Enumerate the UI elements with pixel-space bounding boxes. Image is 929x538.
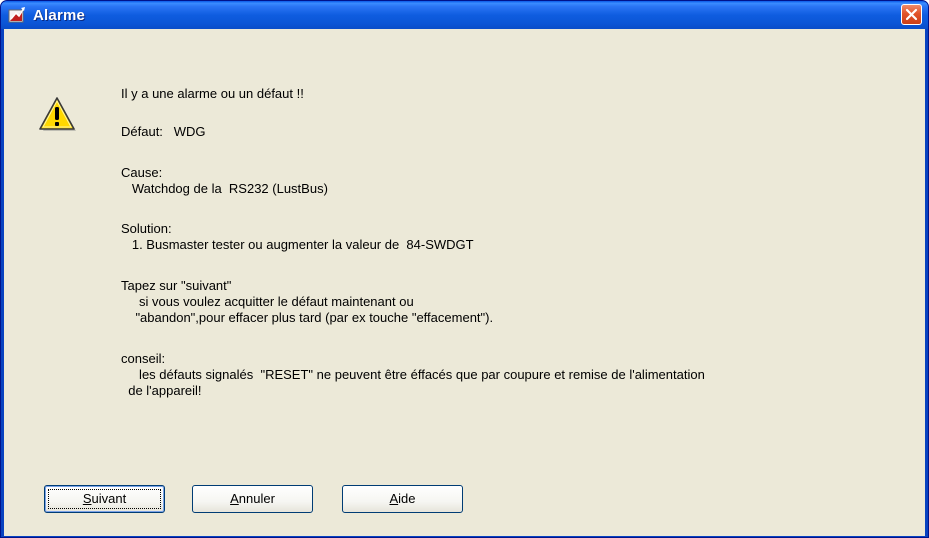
close-icon xyxy=(905,8,918,21)
help-button-label: Aide xyxy=(389,491,416,506)
message-line: conseil: xyxy=(121,351,166,366)
warning-icon xyxy=(38,97,78,135)
close-button[interactable] xyxy=(901,4,922,25)
message-line: Tapez sur "suivant" xyxy=(121,278,232,293)
message-line: 1. Busmaster tester ou augmenter la vale… xyxy=(121,237,474,252)
message-line: Il y a une alarme ou un défaut !! xyxy=(121,86,304,101)
message-line: Watchdog de la RS232 (LustBus) xyxy=(121,181,328,196)
next-button[interactable]: Suivant xyxy=(44,485,165,513)
message-line: "abandon",pour effacer plus tard (par ex… xyxy=(121,310,494,325)
message-line: Défaut: WDG xyxy=(121,124,206,139)
cancel-button-label: Annuler xyxy=(230,491,275,506)
message-line: Solution: xyxy=(121,221,172,236)
message-line: de l'appareil! xyxy=(121,383,202,398)
next-button-label: Suivant xyxy=(82,491,127,506)
alarm-dialog-window: Alarme Il y a une alarme ou un défaut !!… xyxy=(0,0,929,538)
title-bar[interactable]: Alarme xyxy=(1,1,928,29)
message-line: Cause: xyxy=(121,165,163,180)
cancel-button[interactable]: Annuler xyxy=(192,485,313,513)
dialog-body: Il y a une alarme ou un défaut !! Défaut… xyxy=(4,29,925,536)
help-button[interactable]: Aide xyxy=(342,485,463,513)
message-line: les défauts signalés "RESET" ne peuvent … xyxy=(121,367,705,382)
alarm-app-icon xyxy=(8,7,26,24)
window-title: Alarme xyxy=(33,7,86,24)
message-line: si vous voulez acquitter le défaut maint… xyxy=(121,294,414,309)
